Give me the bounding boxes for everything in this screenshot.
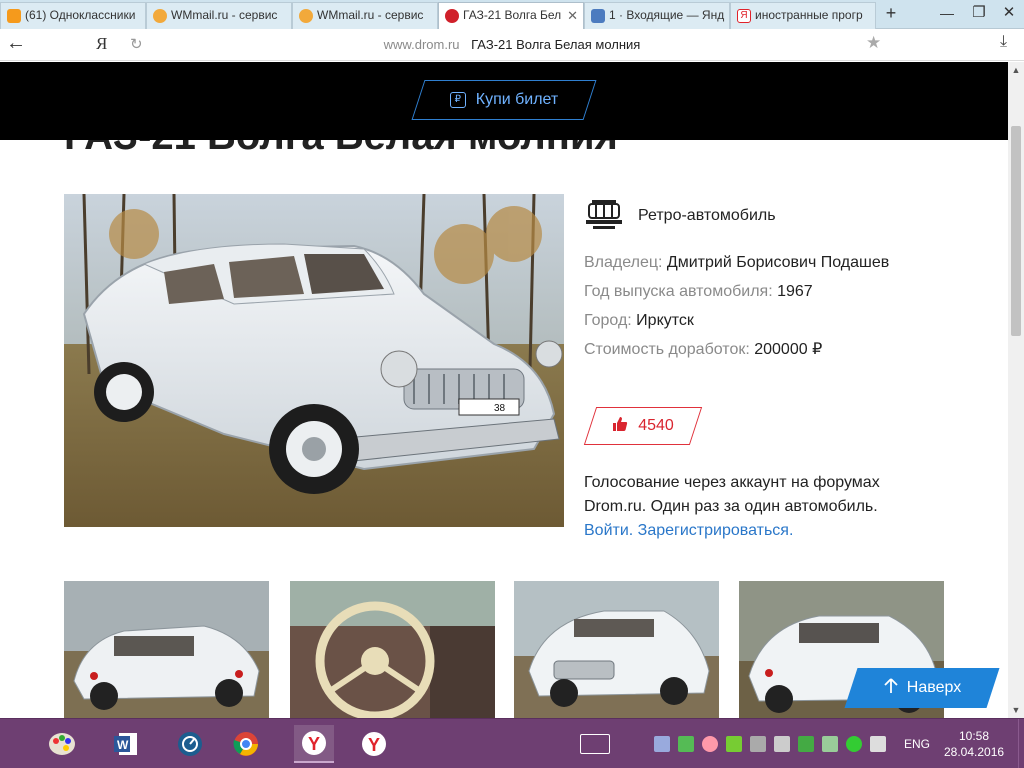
yandex-icon: Я <box>737 9 751 23</box>
car-info: Ретро-автомобиль Владелец: Дмитрий Борис… <box>584 198 984 364</box>
spec-value: 200000 ₽ <box>754 341 823 358</box>
system-tray <box>580 719 894 768</box>
sticky-header: ₽ Купи билет <box>0 62 1008 140</box>
spec-list: Владелец: Дмитрий Борисович Подашев Год … <box>584 248 984 364</box>
yandex-browser-icon[interactable]: Y <box>294 725 334 763</box>
odnoklassniki-icon <box>7 9 21 23</box>
url-page-title: ГАЗ-21 Волга Белая молния <box>471 37 641 52</box>
tab-wmmail-1[interactable]: WMmail.ru - сервис <box>146 2 292 29</box>
mail-icon <box>591 9 605 23</box>
thumbnail-front[interactable] <box>514 581 719 718</box>
clock[interactable]: 10:58 28.04.2016 <box>944 728 1004 760</box>
word-icon[interactable]: W <box>106 725 146 763</box>
back-to-top-content: Наверх <box>851 668 993 708</box>
license-plate: 38 <box>494 403 506 414</box>
scroll-up-arrow-icon[interactable]: ▲ <box>1008 62 1024 78</box>
thumbs-up-icon <box>612 416 628 437</box>
like-button[interactable]: 4540 <box>590 407 696 445</box>
tab-odnoklassniki[interactable]: (61) Одноклассники <box>0 2 146 29</box>
like-count: 4540 <box>638 417 674 434</box>
thumbnail-interior[interactable] <box>290 581 495 718</box>
downloads-icon[interactable]: ⤓ <box>1000 33 1007 51</box>
spec-value: 1967 <box>777 283 813 300</box>
close-tab-icon[interactable]: ✕ <box>567 3 578 28</box>
tab-wmmail-2[interactable]: WMmail.ru - сервис <box>292 2 438 29</box>
tab-drom-active[interactable]: ГАЗ-21 Волга Бел ✕ <box>438 2 584 30</box>
page-viewport: ГАЗ-21 Волга Белая молния ₽ Купи билет <box>0 62 1008 718</box>
spec-cost: Стоимость доработок: 200000 ₽ <box>584 335 984 364</box>
antivirus-icon[interactable] <box>846 736 862 752</box>
spec-value: Иркутск <box>636 312 694 329</box>
spec-owner: Владелец: Дмитрий Борисович Подашев <box>584 248 984 277</box>
category-label: Ретро-автомобиль <box>638 207 776 224</box>
new-tab-button[interactable]: + <box>876 0 906 28</box>
tab-label: ГАЗ-21 Волга Бел <box>463 8 562 22</box>
speedtest-icon[interactable] <box>170 725 210 763</box>
update-tray-icon[interactable] <box>750 736 766 752</box>
spec-key: Город: <box>584 312 632 329</box>
flag-icon[interactable] <box>870 736 886 752</box>
spec-value: Дмитрий Борисович Подашев <box>666 254 890 271</box>
back-to-top-label: Наверх <box>906 679 962 696</box>
thumbnail-rear[interactable] <box>64 581 269 718</box>
network-share-icon[interactable] <box>654 736 670 752</box>
scroll-thumb[interactable] <box>1011 126 1021 336</box>
app-tray-icon[interactable] <box>726 736 742 752</box>
vote-note: Голосование через аккаунт на форумах Dro… <box>584 474 880 515</box>
category-row: Ретро-автомобиль <box>584 198 984 235</box>
nvidia-icon[interactable] <box>798 736 814 752</box>
transfer-icon[interactable] <box>678 736 694 752</box>
yandex-browser-icon[interactable]: Y <box>354 725 394 763</box>
arrow-up-icon <box>883 677 899 699</box>
drom-icon <box>445 9 459 23</box>
spec-key: Владелец: <box>584 254 663 271</box>
main-car-photo[interactable]: 38 <box>64 194 564 527</box>
settings-tray-icon[interactable] <box>774 736 790 752</box>
tab-yandex-mail[interactable]: 1 · Входящие — Янд <box>584 2 730 29</box>
url-domain: www.drom.ru <box>383 37 460 52</box>
vertical-scrollbar[interactable]: ▲ ▼ <box>1008 62 1024 718</box>
tab-label: WMmail.ru - сервис <box>317 8 424 22</box>
register-link[interactable]: Зарегистрироваться. <box>638 522 794 539</box>
security-icon[interactable] <box>822 736 838 752</box>
spec-key: Стоимость доработок: <box>584 341 750 358</box>
svg-text:W: W <box>117 738 129 752</box>
tab-label: иностранные прогр <box>755 8 863 22</box>
clock-time: 10:58 <box>958 729 990 743</box>
bookmark-star-icon[interactable]: ★ <box>866 33 881 53</box>
clock-date: 28.04.2016 <box>944 745 1005 759</box>
chrome-icon[interactable] <box>226 725 266 763</box>
buy-ticket-label: Купи билет <box>475 91 559 108</box>
retro-car-icon <box>584 198 624 235</box>
buy-ticket-button[interactable]: ₽ Купи билет <box>418 80 590 120</box>
close-window-button[interactable]: ✕ <box>994 0 1024 28</box>
show-desktop-button[interactable] <box>1018 719 1024 768</box>
spec-year: Год выпуска автомобиля: 1967 <box>584 277 984 306</box>
auth-links: Войти. Зарегистрироваться. <box>584 519 793 543</box>
wmmail-icon <box>153 9 167 23</box>
tab-label: (61) Одноклассники <box>25 8 136 22</box>
svg-text:Y: Y <box>368 735 380 755</box>
wmmail-icon <box>299 9 313 23</box>
tab-yandex-search[interactable]: Я иностранные прогр <box>730 2 876 29</box>
back-to-top-button[interactable]: Наверх <box>844 668 1000 708</box>
windows-taskbar: W Y Y ENG 10:58 28.04.2016 <box>0 718 1024 768</box>
login-link[interactable]: Войти. <box>584 522 633 539</box>
keyboard-icon[interactable] <box>580 734 610 754</box>
address-bar: ← Я ↻ www.drom.ru ГАЗ-21 Волга Белая мол… <box>0 29 1024 61</box>
odnoklassniki-tray-icon[interactable] <box>702 736 718 752</box>
ruble-icon: ₽ <box>449 92 466 108</box>
language-indicator[interactable]: ENG <box>904 737 930 751</box>
svg-text:Y: Y <box>308 734 320 754</box>
tab-label: WMmail.ru - сервис <box>171 8 278 22</box>
paint-icon[interactable] <box>42 725 82 763</box>
spec-city: Город: Иркутск <box>584 306 984 335</box>
scroll-down-arrow-icon[interactable]: ▼ <box>1008 702 1024 718</box>
browser-tab-strip: (61) Одноклассники WMmail.ru - сервис WM… <box>0 0 1024 30</box>
restore-button[interactable]: ❐ <box>964 0 994 28</box>
tab-label: 1 · Входящие — Янд <box>609 8 725 22</box>
spec-key: Год выпуска автомобиля: <box>584 283 773 300</box>
minimize-button[interactable]: — <box>932 0 962 28</box>
